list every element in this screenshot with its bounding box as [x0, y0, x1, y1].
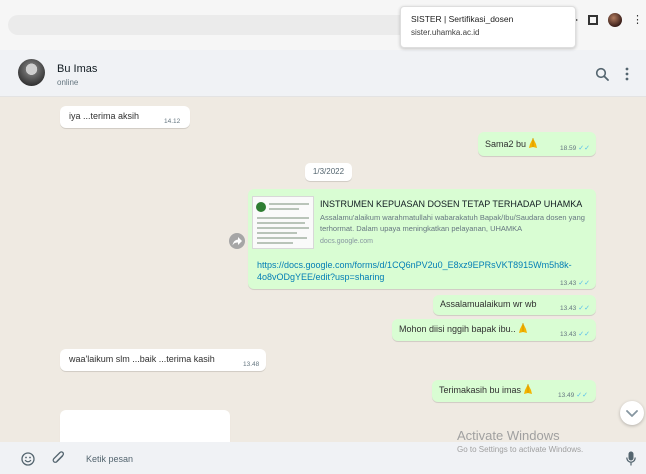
message-time: 13.43 ✓✓ — [560, 305, 591, 312]
tooltip-title: SISTER | Sertifikasi_dosen — [411, 14, 514, 24]
read-receipt-icon: ✓✓ — [576, 392, 589, 399]
contact-avatar[interactable] — [18, 59, 45, 86]
activate-windows-watermark: Activate Windows Go to Settings to activ… — [457, 428, 583, 454]
folded-hands-emoji-icon — [524, 384, 533, 394]
link-preview-thumbnail — [252, 196, 314, 249]
folded-hands-emoji-icon — [529, 138, 538, 148]
link-preview-domain: docs.google.com — [320, 238, 373, 245]
message-time: 13.48 — [243, 361, 260, 368]
message-text: Mohon diisi nggih bapak ibu.. — [399, 323, 528, 335]
watermark-title: Activate Windows — [457, 428, 560, 443]
link-preview-card[interactable]: INSTRUMEN KEPUASAN DOSEN TETAP TERHADAP … — [252, 192, 592, 252]
chevron-down-icon — [626, 410, 638, 417]
message-time: 13.43 ✓✓ — [560, 331, 591, 338]
folded-hands-emoji-icon — [518, 323, 527, 333]
message-text: waa'laikum slm ...baik ...terima kasih — [69, 354, 215, 364]
date-divider: 1/3/2022 — [305, 163, 352, 181]
message-text: Sama2 bu — [485, 138, 538, 150]
read-receipt-icon: ✓✓ — [578, 280, 591, 287]
microphone-icon[interactable] — [626, 451, 636, 466]
chat-menu-icon[interactable] — [624, 67, 630, 81]
contact-name: Bu Imas — [57, 63, 98, 75]
browser-actions: ⋮ — [568, 13, 643, 27]
link-preview-description: Assalamu'alaikum warahmatullahi wabaraka… — [320, 213, 585, 233]
message-time: 18.59 ✓✓ — [560, 145, 591, 152]
search-icon[interactable] — [595, 67, 609, 81]
message-text: Terimakasih bu imas — [439, 384, 533, 396]
message-outgoing[interactable]: Sama2 bu 18.59 ✓✓ — [478, 132, 596, 156]
side-panel-icon[interactable] — [588, 15, 598, 25]
tooltip-url: sister.uhamka.ac.id — [411, 28, 480, 37]
uhamka-logo-icon — [256, 202, 266, 212]
forward-icon[interactable] — [229, 233, 245, 249]
message-incoming[interactable] — [60, 410, 230, 442]
contact-status: online — [57, 78, 79, 87]
message-incoming[interactable]: waa'laikum slm ...baik ...terima kasih 1… — [60, 349, 266, 371]
read-receipt-icon: ✓✓ — [578, 145, 591, 152]
message-time: 13.43 ✓✓ — [560, 280, 591, 287]
tab-hover-tooltip: SISTER | Sertifikasi_dosen sister.uhamka… — [400, 6, 576, 48]
browser-menu-icon[interactable]: ⋮ — [632, 15, 643, 26]
message-outgoing[interactable]: Mohon diisi nggih bapak ibu.. 13.43 ✓✓ — [392, 319, 596, 341]
message-outgoing[interactable]: Terimakasih bu imas 13.49 ✓✓ — [432, 380, 596, 402]
message-link[interactable]: https://docs.google.com/forms/d/1CQ6nPV2… — [257, 259, 595, 283]
read-receipt-icon: ✓✓ — [578, 305, 591, 312]
message-outgoing-link[interactable]: INSTRUMEN KEPUASAN DOSEN TETAP TERHADAP … — [248, 189, 596, 289]
profile-avatar-icon[interactable] — [608, 13, 622, 27]
message-outgoing[interactable]: Assalamualaikum wr wb 13.43 ✓✓ — [433, 295, 596, 315]
message-time: 13.49 ✓✓ — [558, 392, 589, 399]
message-incoming[interactable]: iya ...terima aksih 14.12 — [60, 106, 190, 128]
attach-icon[interactable] — [52, 451, 66, 467]
message-time: 14.12 — [164, 118, 181, 125]
scroll-to-bottom-button[interactable] — [620, 401, 644, 425]
chat-header[interactable]: Bu Imas online — [0, 50, 646, 97]
message-text: Assalamualaikum wr wb — [440, 299, 537, 309]
message-text: iya ...terima aksih — [69, 111, 140, 121]
emoji-icon[interactable] — [21, 452, 35, 466]
message-list[interactable]: iya ...terima aksih 14.12 Sama2 bu 18.59… — [0, 97, 646, 442]
read-receipt-icon: ✓✓ — [578, 331, 591, 338]
link-preview-title: INSTRUMEN KEPUASAN DOSEN TETAP TERHADAP … — [320, 199, 583, 209]
watermark-subtitle: Go to Settings to activate Windows. — [457, 445, 584, 454]
